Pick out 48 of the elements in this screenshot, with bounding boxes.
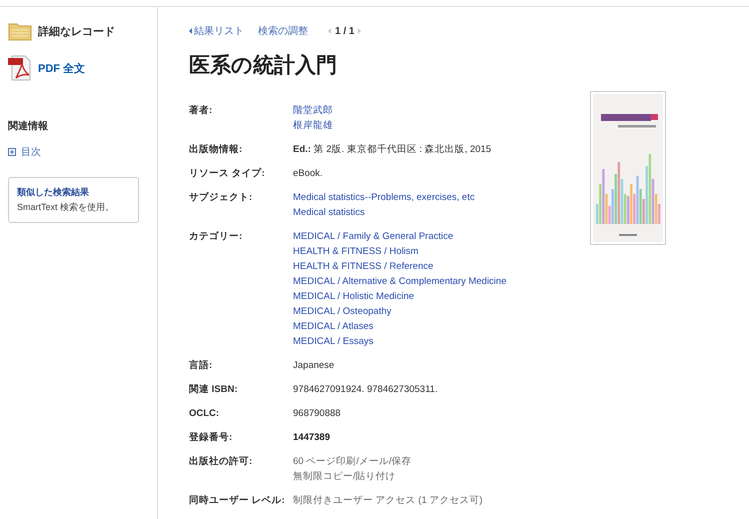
- field-link[interactable]: HEALTH & FITNESS / Reference: [293, 259, 434, 274]
- field-label: OCLC:: [189, 407, 220, 421]
- field-link[interactable]: MEDICAL / Family & General Practice: [293, 229, 454, 244]
- field-value: eBook.: [293, 167, 323, 181]
- field-link[interactable]: MEDICAL / Atlases: [293, 319, 374, 334]
- record-title: 医系の統計入門: [189, 52, 338, 79]
- table-of-contents-link[interactable]: 目次: [8, 145, 41, 159]
- field-label: 言語:: [189, 358, 214, 373]
- field-label: 出版物情報:: [189, 143, 244, 157]
- field-link[interactable]: Medical statistics--Problems, exercises, etc: [293, 190, 475, 205]
- field-label: 同時ユーザー レベル:: [189, 494, 286, 508]
- folder-icon: [8, 21, 32, 41]
- field-label: 著者:: [189, 104, 214, 118]
- detailed-record-link[interactable]: 詳細なレコード: [8, 21, 157, 41]
- field-value: 9784627091924. 9784627305311.: [293, 383, 438, 397]
- previous-arrow-icon[interactable]: [328, 28, 331, 34]
- smarttext-note: SmartText 検索を使用。: [17, 201, 116, 214]
- field-label: 出版社の許可:: [189, 455, 254, 469]
- similar-results-link[interactable]: 類似した検索結果: [17, 186, 130, 199]
- field-value: 無制限コピー/貼り付け: [293, 470, 396, 484]
- field-label: 関連 ISBN:: [189, 383, 238, 397]
- field-link[interactable]: MEDICAL / Holistic Medicine: [293, 289, 414, 304]
- field-value: 制限付きユーザー アクセス (1 アクセス可): [293, 494, 483, 508]
- field-link[interactable]: MEDICAL / Osteopathy: [293, 304, 392, 319]
- field-link[interactable]: 根岸龍雄: [293, 118, 333, 133]
- expand-icon: [8, 148, 16, 156]
- next-arrow-icon[interactable]: [358, 28, 362, 34]
- field-label: 登録番号:: [189, 430, 234, 445]
- pdf-full-text-link[interactable]: PDF 全文: [8, 55, 157, 81]
- field-link[interactable]: MEDICAL / Alternative & Complementary Medicine: [293, 274, 506, 289]
- left-triangle-icon: [189, 28, 192, 34]
- field-value: Ed.: 第 2版. 東京都千代田区 : 森北出版, 2015: [293, 143, 492, 157]
- field-value: Japanese: [293, 359, 334, 373]
- field-label: サブジェクト:: [189, 190, 254, 205]
- page-counter: 1 / 1: [335, 26, 354, 36]
- refine-search-link[interactable]: 検索の調整: [258, 24, 308, 38]
- field-value: 60 ページ印刷/メール/保存: [293, 455, 412, 469]
- field-link[interactable]: HEALTH & FITNESS / Holism: [293, 244, 418, 259]
- related-info-heading: 関連情報: [8, 120, 49, 133]
- field-value: 1447389: [293, 431, 330, 445]
- field-link[interactable]: Medical statistics: [293, 205, 365, 220]
- pdf-document-icon: [8, 55, 32, 81]
- field-value: 968790888: [293, 407, 341, 421]
- result-list-link[interactable]: 結果リスト: [189, 24, 244, 38]
- field-label: カテゴリー:: [189, 230, 244, 244]
- field-label: リソース タイプ:: [189, 166, 266, 181]
- field-link[interactable]: 階堂武郎: [293, 103, 333, 118]
- field-link[interactable]: MEDICAL / Essays: [293, 334, 374, 349]
